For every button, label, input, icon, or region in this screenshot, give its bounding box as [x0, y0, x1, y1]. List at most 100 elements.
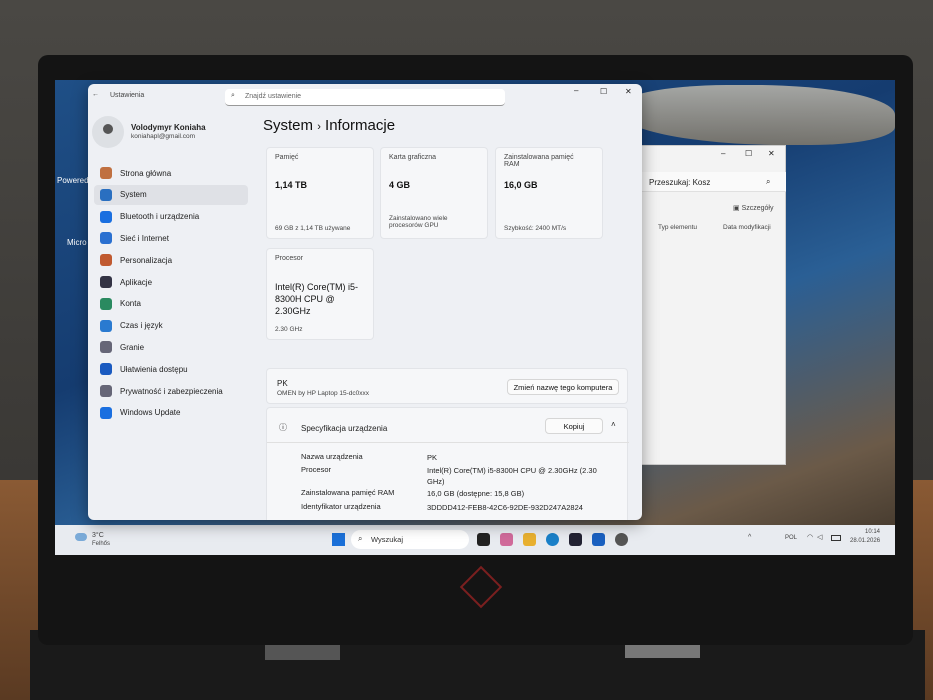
- nav-icon: [100, 167, 112, 179]
- nav-icon: [100, 406, 112, 419]
- search-label: Wyszukaj: [371, 535, 404, 544]
- breadcrumb-current: Informacje: [325, 117, 396, 134]
- close-button[interactable]: ✕: [768, 149, 775, 158]
- ram-card[interactable]: Zainstalowana pamięć RAM 16,0 GB Szybkoś…: [495, 147, 603, 239]
- copy-button[interactable]: Kopiuj: [545, 418, 603, 434]
- weather-text[interactable]: Felhős: [92, 541, 110, 547]
- chevron-up-icon[interactable]: ^: [748, 534, 751, 541]
- sidebar-item[interactable]: Personalizacja: [94, 250, 248, 270]
- sidebar-item[interactable]: Windows Update: [94, 403, 248, 423]
- language[interactable]: POL: [785, 535, 797, 541]
- storage-sub: 69 GB z 1,14 TB używane: [275, 225, 351, 232]
- ram-value: 16,0 GB: [504, 180, 538, 190]
- spec-value: PK: [427, 453, 438, 462]
- spec-key: Nazwa urządzenia: [301, 452, 363, 461]
- search-icon: ⌕: [766, 177, 771, 186]
- column-header-type[interactable]: Typ elementu: [658, 224, 697, 231]
- copilot-icon[interactable]: [500, 533, 513, 546]
- breadcrumb-separator: ›: [317, 121, 321, 133]
- details-label: Szczegóły: [741, 205, 774, 212]
- device-spec-card: ⓘ Specyfikacja urządzenia Kopiuj ˄ Nazwa…: [266, 407, 629, 520]
- settings-icon[interactable]: [615, 533, 628, 546]
- sidebar-item[interactable]: Czas i język: [94, 316, 248, 336]
- weather-temp[interactable]: 3°C: [92, 532, 104, 539]
- info-icon: ⓘ: [279, 423, 287, 432]
- wifi-icon[interactable]: ◠: [807, 533, 813, 541]
- sidebar-item-label: Aplikacje: [120, 277, 153, 287]
- column-header-date[interactable]: Data modyfikacji: [723, 224, 771, 231]
- desktop-icon-label[interactable]: Micro: [67, 238, 87, 247]
- nav-icon: [100, 297, 112, 310]
- nav-icon: [100, 363, 112, 376]
- gpu-card[interactable]: Karta graficzna 4 GB Zainstalowano wiele…: [380, 147, 488, 239]
- sidebar-item[interactable]: Granie: [94, 337, 248, 357]
- search-icon: ⌕: [231, 92, 235, 99]
- close-button[interactable]: ✕: [625, 87, 632, 96]
- storage-card[interactable]: Pamięć 1,14 TB 69 GB z 1,14 TB używane: [266, 147, 374, 239]
- spec-title: Specyfikacja urządzenia: [301, 424, 388, 433]
- details-button[interactable]: ▣ Szczegóły: [733, 204, 773, 212]
- sidebar-item-label: System: [120, 190, 147, 200]
- store-icon[interactable]: [569, 533, 582, 546]
- sidebar-item[interactable]: System: [94, 184, 248, 205]
- settings-search-input[interactable]: ⌕ Znajdź ustawienie: [225, 89, 505, 106]
- nav-icon: [100, 232, 112, 245]
- outlook-icon[interactable]: [592, 533, 605, 546]
- page-title: System › Informacje: [263, 117, 395, 134]
- nav-icon: [100, 276, 112, 288]
- sidebar-item[interactable]: Aplikacje: [94, 272, 248, 292]
- search-text: Przeszukaj: Kosz: [649, 178, 711, 187]
- search-icon: ⌕: [358, 534, 363, 543]
- sidebar-item-label: Ułatwienia dostępu: [120, 364, 188, 374]
- sidebar-item[interactable]: Prywatność i zabezpieczenia: [94, 381, 248, 401]
- clock-time[interactable]: 10:14: [865, 529, 880, 535]
- battery-icon[interactable]: [831, 535, 841, 541]
- divider: [267, 442, 629, 443]
- avatar[interactable]: [92, 116, 124, 148]
- sidebar-item-label: Konta: [120, 299, 141, 309]
- sidebar-item[interactable]: Ułatwienia dostępu: [94, 359, 248, 379]
- cpu-value: Intel(R) Core(TM) i5-8300H CPU @ 2.30GHz: [275, 282, 359, 316]
- back-arrow-icon[interactable]: ←: [92, 91, 99, 98]
- sidebar-item[interactable]: Konta: [94, 294, 248, 314]
- spec-value: 16,0 GB (dostępne: 15,8 GB): [427, 489, 525, 498]
- maximize-button[interactable]: ☐: [745, 149, 752, 158]
- edge-icon[interactable]: [546, 533, 559, 546]
- settings-window: ← Ustawienia ⌕ Znajdź ustawienie – ☐ ✕ V…: [88, 84, 642, 520]
- sidebar-item-label: Granie: [120, 342, 145, 352]
- nav-icon: [100, 188, 112, 201]
- clock-date[interactable]: 28.01.2026: [850, 538, 880, 544]
- sidebar-item[interactable]: Bluetooth i urządzenia: [94, 207, 248, 227]
- nav-icon: [100, 341, 112, 354]
- start-icon[interactable]: [332, 533, 345, 546]
- taskbar-search[interactable]: Wyszukaj: [351, 530, 469, 549]
- sidebar-item-label: Bluetooth i urządzenia: [120, 212, 200, 222]
- sidebar-item[interactable]: Strona główna: [94, 163, 248, 183]
- minimize-button[interactable]: –: [721, 149, 725, 158]
- cpu-card[interactable]: Procesor Intel(R) Core(TM) i5-8300H CPU …: [266, 248, 374, 340]
- device-model: OMEN by HP Laptop 15-dc0xxx: [277, 390, 370, 397]
- storage-value: 1,14 TB: [275, 180, 308, 190]
- spec-value: 3DDDD412-FEB8-42C6-92DE-932D247A2824: [427, 503, 583, 512]
- minimize-button[interactable]: –: [574, 86, 578, 95]
- spec-key: Procesor: [301, 465, 332, 474]
- task-view-icon[interactable]: [477, 533, 490, 546]
- sidebar-item-label: Sieć i Internet: [120, 233, 169, 243]
- taskbar: 3°C Felhős Wyszukaj ⌕ ^ POL ◠ ◁ 10:14 28…: [55, 525, 895, 555]
- breadcrumb-parent[interactable]: System: [263, 117, 313, 134]
- search-placeholder: Znajdź ustawienie: [245, 93, 302, 100]
- nav-icon: [100, 319, 112, 332]
- chevron-up-icon[interactable]: ˄: [611, 420, 616, 429]
- wallpaper-island: [615, 85, 895, 145]
- sidebar-item-label: Personalizacja: [120, 255, 173, 265]
- sidebar-item[interactable]: Sieć i Internet: [94, 228, 248, 248]
- cloud-icon: [75, 533, 87, 541]
- volume-icon[interactable]: ◁: [817, 533, 822, 541]
- maximize-button[interactable]: ☐: [600, 87, 607, 96]
- search-box[interactable]: Przeszukaj: Kosz ⌕: [641, 172, 786, 192]
- user-email: koniahapl@gmail.com: [131, 133, 196, 140]
- sidebar-item-label: Czas i język: [120, 321, 163, 331]
- file-explorer-icon[interactable]: [523, 533, 536, 546]
- rename-pc-button[interactable]: Zmień nazwę tego komputera: [507, 379, 619, 395]
- gpu-label: Karta graficzna: [389, 154, 437, 161]
